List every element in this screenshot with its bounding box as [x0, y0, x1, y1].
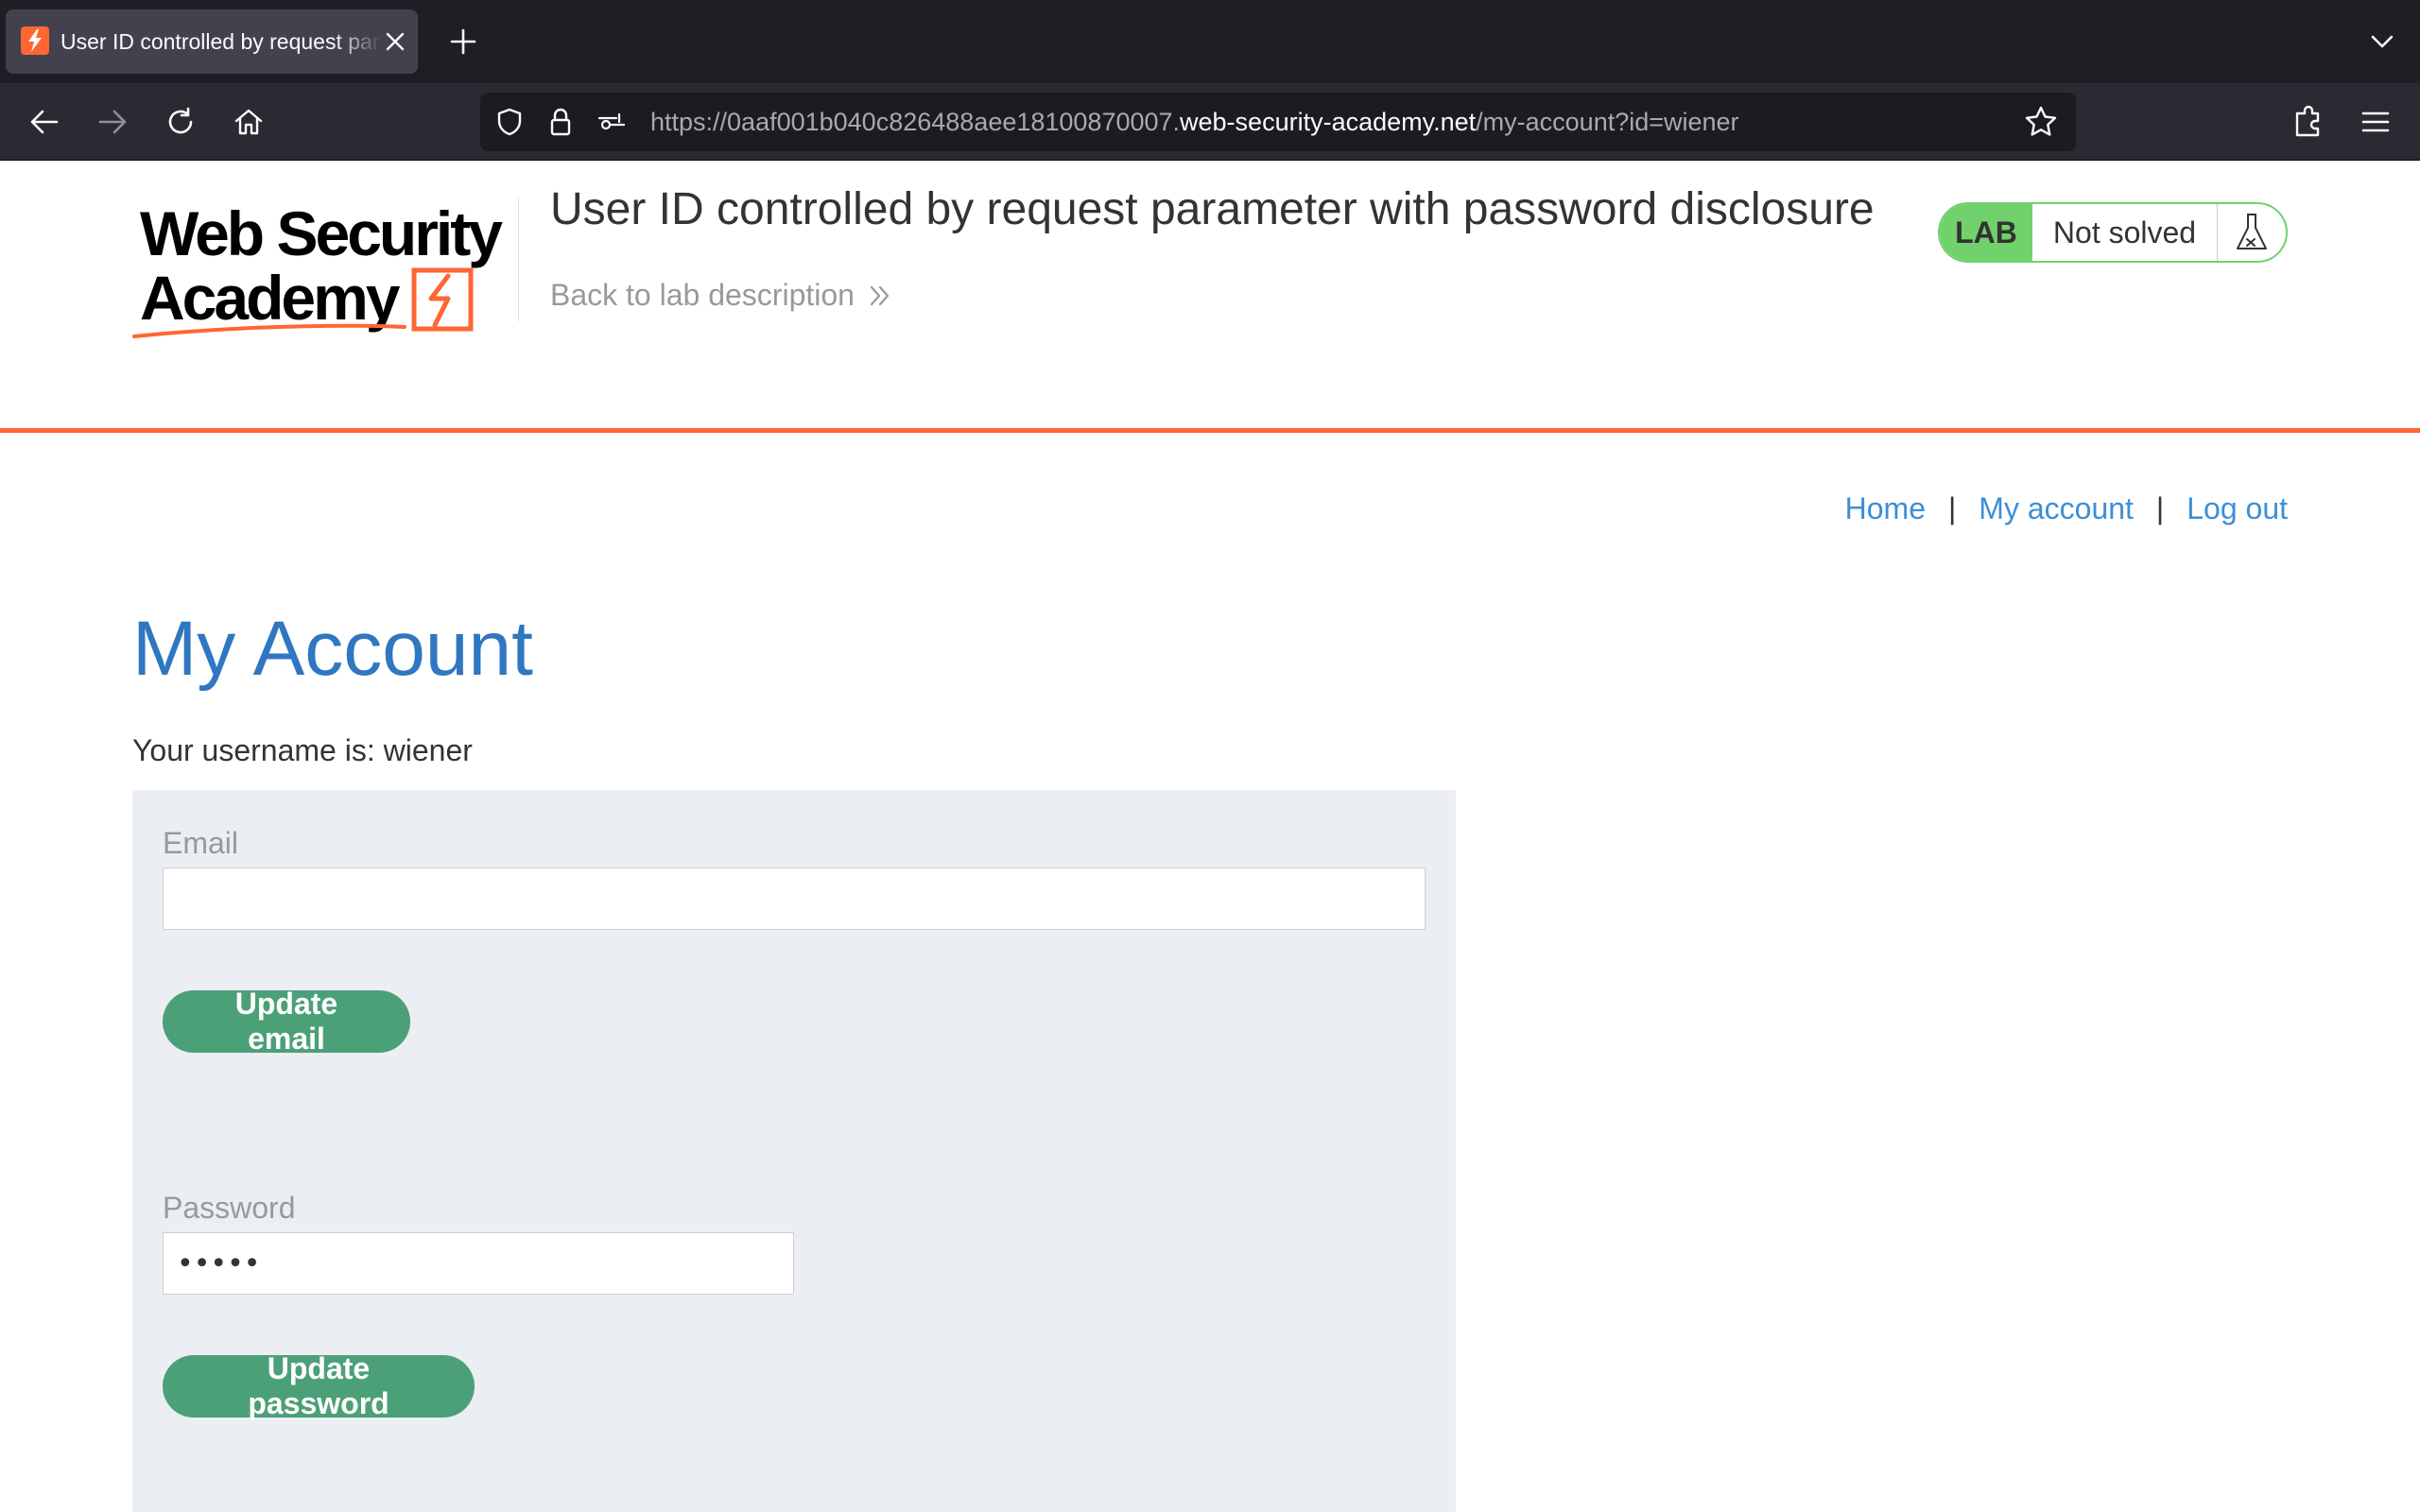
lock-icon[interactable]: [544, 106, 577, 138]
nav-separator: |: [1947, 491, 1957, 525]
password-field[interactable]: [163, 1232, 794, 1295]
academy-header: Web Security Academy User ID controlled …: [0, 161, 2420, 433]
web-security-academy-logo[interactable]: Web Security Academy: [130, 197, 518, 348]
close-tab-icon[interactable]: [382, 28, 408, 55]
svg-text:Web Security: Web Security: [140, 198, 503, 268]
url-host: web-security-academy.net: [1180, 108, 1477, 136]
back-link-label: Back to lab description: [550, 278, 855, 312]
academy-favicon-icon: [21, 26, 49, 55]
lab-status-widget: LAB Not solved: [1938, 202, 2288, 263]
update-password-button[interactable]: Update password: [163, 1351, 475, 1420]
browser-tab-bar: User ID controlled by request parameter …: [0, 0, 2420, 83]
email-field[interactable]: [163, 868, 1426, 930]
my-account-link[interactable]: My account: [1979, 491, 2134, 526]
flask-icon: [2218, 204, 2286, 261]
list-all-tabs-chevron-icon[interactable]: [2363, 23, 2401, 60]
lab-tag: LAB: [1940, 204, 2032, 261]
password-label: Password: [163, 1191, 296, 1225]
email-label: Email: [163, 826, 239, 860]
page-title: My Account: [132, 606, 533, 692]
log-out-link[interactable]: Log out: [2187, 491, 2288, 526]
reload-icon[interactable]: [159, 100, 202, 144]
back-arrow-icon[interactable]: [23, 100, 66, 144]
top-nav-links: Home | My account | Log out: [1845, 491, 2288, 526]
lab-title: User ID controlled by request parameter …: [550, 184, 1875, 234]
new-tab-plus-icon[interactable]: [444, 23, 482, 60]
url-text[interactable]: https://0aaf001b040c826488aee18100870007…: [650, 93, 1739, 151]
nav-separator: |: [2155, 491, 2165, 525]
url-bar[interactable]: https://0aaf001b040c826488aee18100870007…: [480, 93, 2076, 151]
browser-nav-bar: https://0aaf001b040c826488aee18100870007…: [0, 83, 2420, 161]
url-path: /my-account?id=wiener: [1476, 108, 1739, 136]
double-chevron-right-icon: [870, 285, 890, 305]
forward-arrow-icon[interactable]: [91, 100, 134, 144]
home-icon[interactable]: [227, 100, 270, 144]
lab-status-text: Not solved: [2032, 204, 2218, 261]
home-link[interactable]: Home: [1845, 491, 1926, 526]
shield-icon[interactable]: [493, 106, 526, 138]
svg-text:Academy: Academy: [140, 263, 401, 333]
logo-divider: [518, 198, 519, 321]
url-prefix: https://0aaf001b040c826488aee18100870007…: [650, 108, 1181, 136]
tab-title: User ID controlled by request parameter …: [60, 29, 382, 54]
back-to-lab-description-link[interactable]: Back to lab description: [550, 278, 892, 313]
browser-tab[interactable]: User ID controlled by request parameter …: [6, 9, 418, 74]
permissions-icon[interactable]: [596, 106, 628, 138]
account-form-panel: Email Update email Password Update passw…: [132, 790, 1456, 1512]
extensions-icon[interactable]: [2288, 100, 2331, 144]
username-text: Your username is: wiener: [132, 733, 473, 767]
update-email-button[interactable]: Update email: [163, 987, 410, 1056]
menu-icon[interactable]: [2354, 100, 2397, 144]
star-icon[interactable]: [2023, 104, 2059, 140]
